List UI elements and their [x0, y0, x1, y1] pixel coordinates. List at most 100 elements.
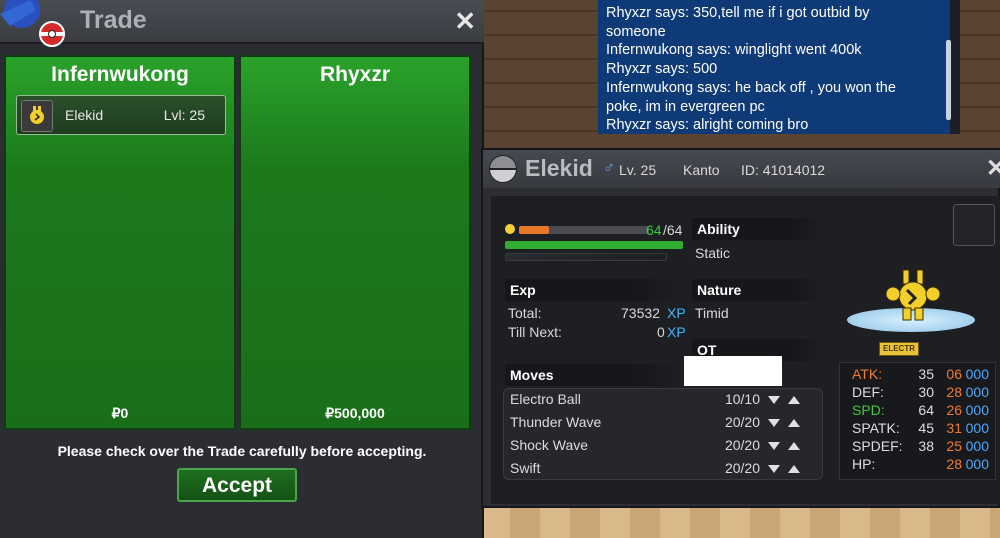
pokemon-name: Elekid — [65, 107, 104, 123]
moves-label: Moves — [505, 364, 680, 386]
chat-scrollbar[interactable] — [946, 40, 951, 120]
move-down-arrow-icon[interactable] — [768, 442, 780, 450]
ability-value: Static — [695, 245, 731, 261]
chat-line: poke, im in evergreen pc — [606, 98, 765, 115]
move-name: Shock Wave — [510, 437, 589, 453]
stat-iv: 000 — [965, 420, 989, 436]
chat-line: Rhyxzr says: 500 — [606, 61, 718, 78]
stat-iv: 000 — [965, 402, 989, 418]
hp-current: 64 — [646, 222, 662, 238]
move-name: Swift — [510, 460, 541, 476]
stat-name: SPDEF: — [852, 438, 903, 454]
trade-notice: Please check over the Trade carefully be… — [57, 443, 427, 459]
stat-name: SPATK: — [852, 420, 900, 436]
summary-level: Lv. 25 — [619, 162, 657, 178]
stat-value: 35 — [918, 366, 934, 382]
offered-pokemon-slot[interactable]: Elekid Lvl: 25 — [16, 95, 226, 135]
elekid-sprite-icon — [885, 269, 941, 321]
elekid-sprite-icon — [21, 100, 53, 132]
stats-panel: ATK: 35 06 000 DEF: 30 28 000 SPD: 64 26… — [839, 362, 996, 480]
move-pp: 20/20 — [724, 414, 760, 430]
move-row[interactable]: Thunder Wave 20/20 — [510, 414, 810, 436]
stat-row: DEF: 30 28 000 — [852, 384, 992, 401]
exp-till-unit: XP — [667, 324, 686, 340]
chat-log[interactable]: Rhyxzr says: 350,tell me if i got outbid… — [598, 0, 950, 134]
stat-name: DEF: — [852, 384, 884, 400]
pokeball-logo-icon — [0, 0, 65, 47]
stat-row: HP: 28 000 — [852, 456, 992, 473]
move-row[interactable]: Shock Wave 20/20 — [510, 437, 810, 459]
stat-row: SPATK: 45 31 000 — [852, 420, 992, 437]
move-up-arrow-icon[interactable] — [788, 442, 800, 450]
trader-name-left: Infernwukong — [51, 63, 189, 86]
move-row[interactable]: Electro Ball 10/10 — [510, 391, 810, 413]
ability-label: Ability — [692, 218, 827, 240]
stat-value: 38 — [918, 438, 934, 454]
trade-header[interactable]: Trade ✕ — [0, 0, 484, 47]
male-gender-icon: ♂ — [603, 160, 615, 177]
floor-tiles — [480, 505, 1000, 538]
chat-line: Rhyxzr says: alright coming bro — [606, 117, 809, 134]
happiness-bar-track — [519, 226, 649, 234]
stat-ev: 31 — [946, 420, 962, 436]
money-offer-left: ₽0 — [111, 405, 129, 421]
accept-button[interactable]: Accept — [177, 468, 297, 502]
move-pp: 20/20 — [724, 437, 760, 453]
summary-region: Kanto — [683, 162, 720, 178]
stat-name: HP: — [852, 456, 876, 472]
stat-row: SPDEF: 38 25 000 — [852, 438, 992, 455]
chat-line: Infernwukong says: winglight went 400k — [606, 42, 862, 59]
nature-label: Nature — [692, 279, 827, 301]
held-item-box[interactable] — [953, 204, 995, 246]
money-offer-right: ₽500,000 — [325, 405, 385, 421]
chat-line: Infernwukong says: he back off , you won… — [606, 79, 896, 96]
stat-ev: 06 — [946, 366, 962, 382]
move-row[interactable]: Swift 20/20 — [510, 460, 810, 482]
summary-header[interactable]: Elekid ♂ Lv. 25 Kanto ID: 41014012 ✕ — [483, 150, 1000, 188]
offer-panel-left: Infernwukong Elekid Lvl: 25 ₽0 — [4, 55, 236, 430]
stat-ev: 28 — [946, 456, 962, 472]
trade-window: Trade ✕ Infernwukong Elekid Lvl: 25 ₽0 R… — [0, 0, 484, 538]
move-up-arrow-icon[interactable] — [788, 419, 800, 427]
hp-max: /64 — [663, 222, 683, 238]
move-down-arrow-icon[interactable] — [768, 465, 780, 473]
exp-label: Exp — [505, 279, 680, 301]
move-up-arrow-icon[interactable] — [788, 396, 800, 404]
stat-iv: 000 — [965, 456, 989, 472]
stat-name: SPD: — [852, 402, 885, 418]
summary-id: ID: 41014012 — [741, 162, 826, 178]
move-up-arrow-icon[interactable] — [788, 465, 800, 473]
chat-frame — [950, 0, 960, 134]
stat-iv: 000 — [965, 366, 989, 382]
summary-body: 64 /64 Ability Static Exp Total: 73532 X… — [491, 196, 1000, 504]
hp-bar — [505, 241, 683, 249]
trader-name-right: Rhyxzr — [319, 63, 391, 86]
move-pp: 10/10 — [724, 391, 760, 407]
pokemon-summary-window: Elekid ♂ Lv. 25 Kanto ID: 41014012 ✕ 64 … — [481, 148, 1000, 508]
moves-list: Electro Ball 10/10 Thunder Wave 20/20 Sh… — [503, 388, 823, 480]
move-pp: 20/20 — [724, 460, 760, 476]
pokeball-icon — [489, 155, 517, 183]
summary-close-button[interactable]: ✕ — [986, 154, 1000, 183]
stat-iv: 000 — [965, 438, 989, 454]
move-down-arrow-icon[interactable] — [768, 396, 780, 404]
stat-ev: 26 — [946, 402, 962, 418]
stat-row: ATK: 35 06 000 — [852, 366, 992, 383]
move-name: Thunder Wave — [510, 414, 602, 430]
stat-ev: 25 — [946, 438, 962, 454]
move-name: Electro Ball — [510, 391, 581, 407]
trade-close-button[interactable]: ✕ — [454, 6, 476, 37]
stat-value: 30 — [918, 384, 934, 400]
move-down-arrow-icon[interactable] — [768, 419, 780, 427]
happiness-bar-fill — [519, 226, 549, 234]
exp-total-value: 73532 — [621, 305, 660, 321]
exp-total-unit: XP — [667, 305, 686, 321]
trade-title: Trade — [80, 6, 147, 34]
nature-value: Timid — [695, 305, 729, 321]
exp-total-label: Total: — [508, 305, 542, 321]
chat-line: Rhyxzr says: 350,tell me if i got outbid… — [606, 5, 870, 21]
exp-bar — [505, 253, 667, 261]
pokemon-level: Lvl: 25 — [163, 107, 205, 123]
happiness-icon — [505, 224, 515, 234]
chat-line: someone — [606, 23, 666, 40]
